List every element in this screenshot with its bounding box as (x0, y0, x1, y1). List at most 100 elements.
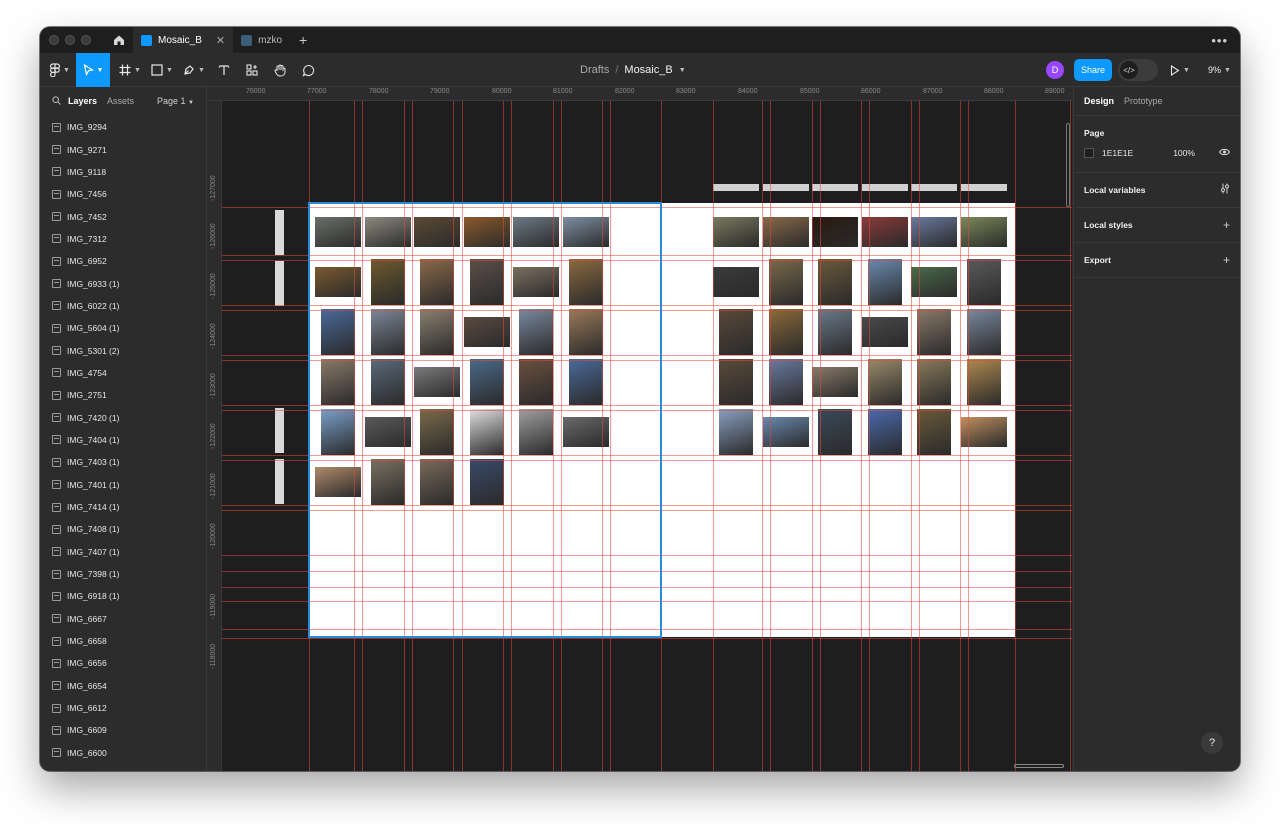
tab-prototype[interactable]: Prototype (1124, 96, 1163, 106)
photo-thumbnail[interactable] (917, 309, 952, 355)
close-tab-icon[interactable]: ✕ (216, 34, 225, 47)
frame-tool-button[interactable]: ▼ (116, 53, 144, 87)
layer-item[interactable]: IMG_7403 (1) (40, 451, 206, 473)
photo-thumbnail[interactable] (818, 309, 853, 355)
canvas[interactable]: 76000 77000 78000 79000 80000 81000 82000 83000… (208, 87, 1072, 771)
horizontal-scrollbar[interactable] (1014, 764, 1064, 768)
shape-tool-button[interactable]: ▼ (148, 53, 176, 87)
layer-item[interactable]: IMG_7312 (40, 228, 206, 250)
search-icon[interactable] (52, 95, 68, 107)
photo-thumbnail[interactable] (768, 359, 803, 405)
layer-item[interactable]: IMG_7401 (1) (40, 474, 206, 496)
layer-item[interactable]: IMG_6658 (40, 630, 206, 652)
layer-item[interactable]: IMG_6654 (40, 675, 206, 697)
placeholder-bar[interactable] (275, 459, 284, 504)
layer-item[interactable]: IMG_6918 (1) (40, 585, 206, 607)
layer-item[interactable]: IMG_5604 (1) (40, 317, 206, 339)
page-fill-row[interactable]: 1E1E1E 100% (1084, 142, 1231, 164)
photo-thumbnail[interactable] (713, 267, 759, 297)
add-export-icon[interactable]: + (1223, 253, 1230, 267)
photo-thumbnail[interactable] (818, 259, 853, 305)
breadcrumb-drafts[interactable]: Drafts (580, 64, 609, 76)
page-selector[interactable]: Page 1 ▼ (157, 96, 194, 106)
page-opacity-value[interactable]: 100% (1173, 148, 1195, 158)
close-window-button[interactable] (49, 35, 59, 45)
variables-settings-icon[interactable] (1220, 183, 1230, 197)
photo-thumbnail[interactable] (719, 359, 753, 405)
breadcrumb-file-name[interactable]: Mosaic_B (624, 64, 672, 76)
layer-item[interactable]: IMG_5301 (2) (40, 339, 206, 361)
layer-item[interactable]: IMG_7398 (1) (40, 563, 206, 585)
move-tool-button[interactable]: ▼ (76, 53, 110, 87)
photo-thumbnail[interactable] (713, 217, 759, 247)
layer-item[interactable]: IMG_2751 (40, 384, 206, 406)
photo-thumbnail[interactable] (867, 409, 902, 455)
layer-item[interactable]: IMG_7408 (1) (40, 518, 206, 540)
present-button[interactable]: ▼ (1170, 53, 1190, 87)
tab-layers[interactable]: Layers (68, 96, 97, 106)
layer-item[interactable]: IMG_9271 (40, 138, 206, 160)
layer-item[interactable]: IMG_9294 (40, 116, 206, 138)
layer-item[interactable]: IMG_6667 (40, 608, 206, 630)
minimize-window-button[interactable] (65, 35, 75, 45)
layer-item[interactable]: IMG_7456 (40, 183, 206, 205)
photo-thumbnail[interactable] (867, 259, 902, 305)
page-color-value[interactable]: 1E1E1E (1102, 148, 1133, 158)
hand-tool-button[interactable] (268, 53, 292, 87)
text-tool-button[interactable] (212, 53, 236, 87)
tab-assets[interactable]: Assets (107, 96, 134, 106)
column-header-bar[interactable] (713, 184, 759, 191)
dev-mode-toggle[interactable]: </> (1118, 59, 1158, 81)
selection-box[interactable] (308, 202, 662, 638)
main-menu-button[interactable]: ▼ (46, 53, 74, 87)
layer-item[interactable]: IMG_7404 (1) (40, 429, 206, 451)
layer-item[interactable]: IMG_9118 (40, 161, 206, 183)
layer-item[interactable]: IMG_6022 (1) (40, 295, 206, 317)
vertical-scrollbar[interactable] (1066, 123, 1070, 207)
photo-thumbnail[interactable] (967, 259, 1001, 305)
eye-icon[interactable] (1218, 148, 1231, 158)
avatar[interactable]: D (1046, 61, 1064, 79)
new-tab-button[interactable]: + (290, 32, 316, 48)
resources-button[interactable] (240, 53, 264, 87)
chevron-down-icon[interactable]: ▼ (679, 67, 686, 74)
local-variables-label[interactable]: Local variables (1084, 185, 1145, 195)
layer-item[interactable]: IMG_6609 (40, 719, 206, 741)
photo-thumbnail[interactable] (719, 409, 753, 455)
layer-item[interactable]: IMG_6933 (1) (40, 272, 206, 294)
photo-thumbnail[interactable] (768, 259, 803, 305)
comment-tool-button[interactable] (296, 53, 320, 87)
photo-thumbnail[interactable] (967, 359, 1001, 405)
file-tab-mosaic-b[interactable]: Mosaic_B ✕ (133, 27, 234, 53)
photo-thumbnail[interactable] (818, 409, 853, 455)
add-style-icon[interactable]: + (1223, 218, 1230, 232)
layer-item[interactable]: IMG_7452 (40, 205, 206, 227)
photo-thumbnail[interactable] (768, 309, 803, 355)
layer-item[interactable]: IMG_4754 (40, 362, 206, 384)
layer-item[interactable]: IMG_6656 (40, 652, 206, 674)
photo-thumbnail[interactable] (867, 359, 902, 405)
photo-thumbnail[interactable] (917, 409, 952, 455)
placeholder-bar[interactable] (275, 408, 284, 453)
pen-tool-button[interactable]: ▼ (180, 53, 208, 87)
help-button[interactable]: ? (1201, 732, 1223, 754)
layer-item[interactable]: IMG_6600 (40, 742, 206, 764)
placeholder-bar[interactable] (275, 261, 284, 306)
photo-thumbnail[interactable] (917, 359, 952, 405)
layer-item[interactable]: IMG_7420 (1) (40, 406, 206, 428)
page-color-swatch[interactable] (1084, 148, 1094, 158)
tab-design[interactable]: Design (1084, 96, 1114, 106)
ellipsis-icon[interactable]: ••• (1211, 33, 1228, 48)
placeholder-bar[interactable] (275, 210, 284, 255)
photo-thumbnail[interactable] (719, 309, 753, 355)
file-tab-mzko[interactable]: mzko (233, 27, 290, 53)
zoom-dropdown[interactable]: 9% ▼ (1208, 53, 1231, 87)
zoom-window-button[interactable] (81, 35, 91, 45)
share-button[interactable]: Share (1074, 59, 1112, 81)
layer-item[interactable]: IMG_7407 (1) (40, 541, 206, 563)
layer-item[interactable]: IMG_6952 (40, 250, 206, 272)
home-button[interactable] (105, 27, 133, 53)
layer-item[interactable]: IMG_6612 (40, 697, 206, 719)
layer-item[interactable]: IMG_7414 (1) (40, 496, 206, 518)
photo-thumbnail[interactable] (967, 309, 1001, 355)
